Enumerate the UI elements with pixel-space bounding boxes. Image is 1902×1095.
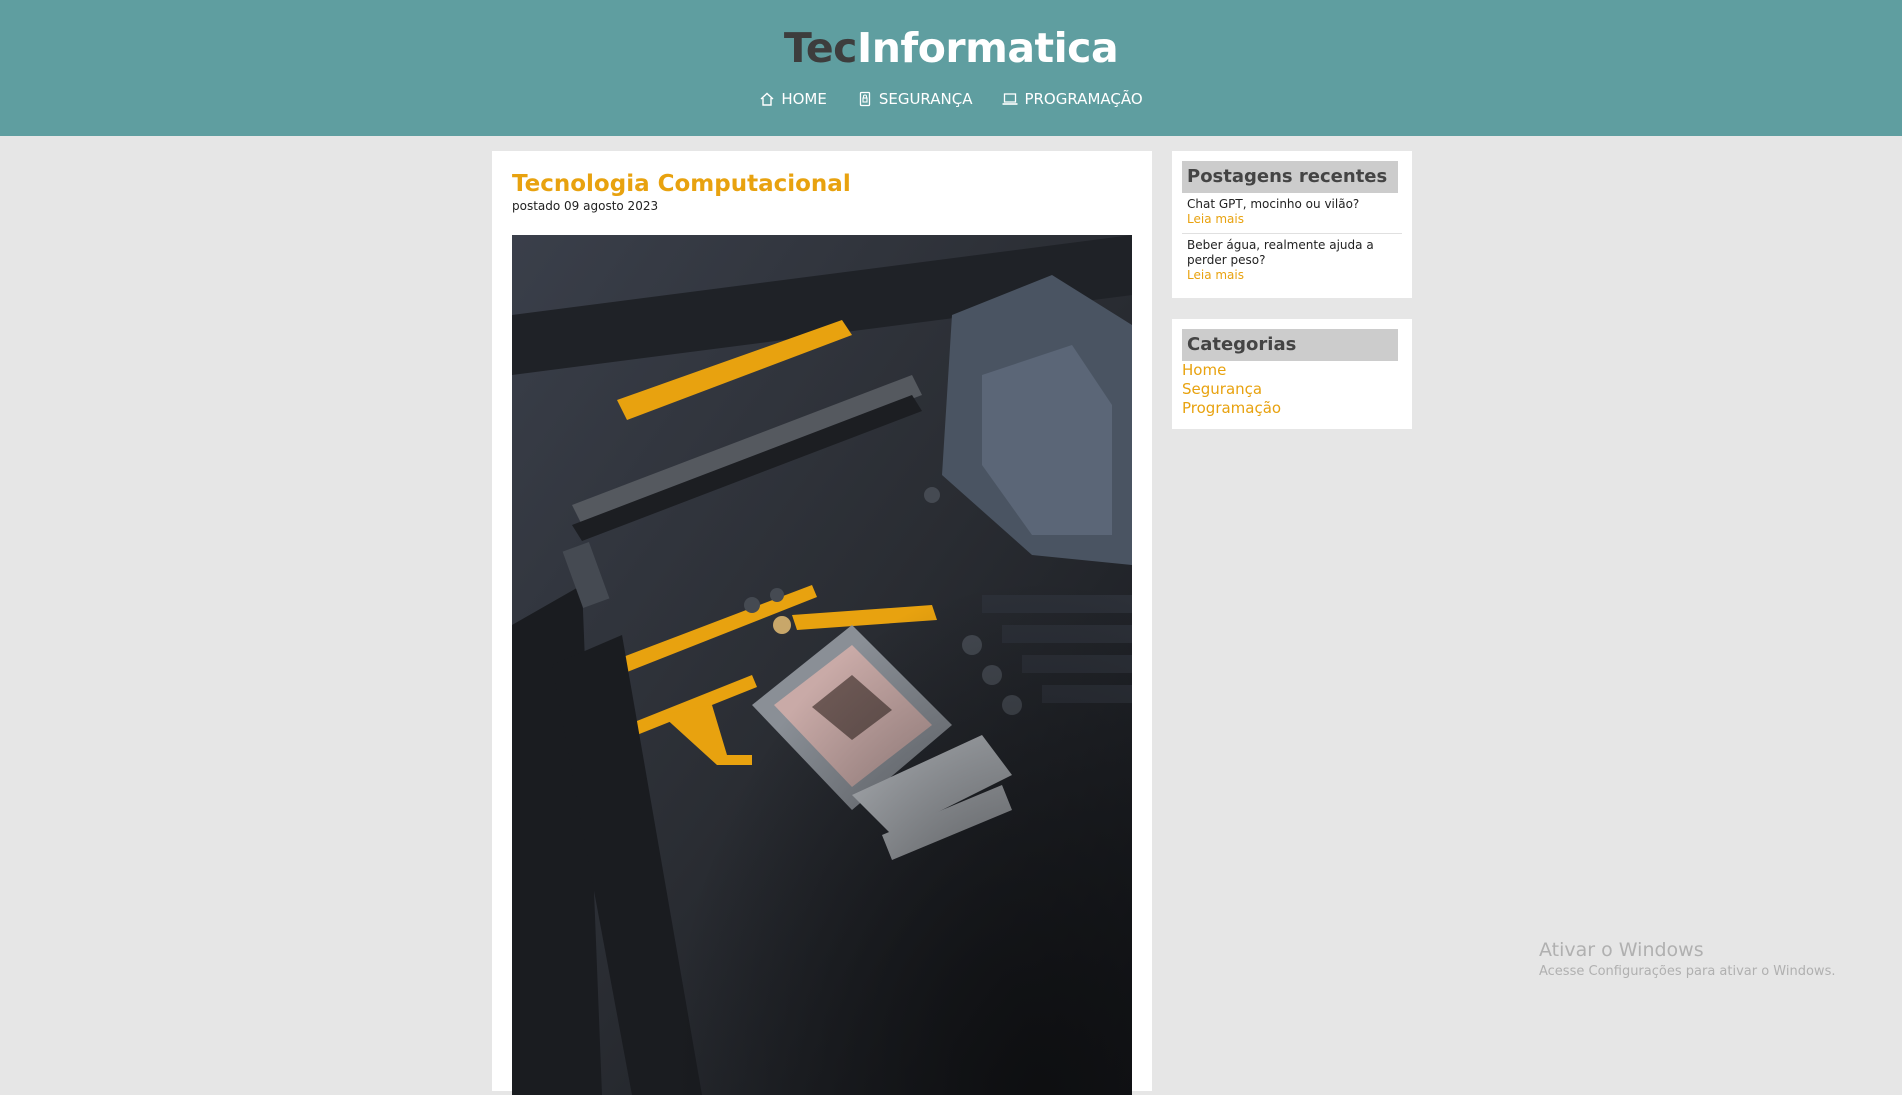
- post-title[interactable]: Tecnologia Computacional: [512, 171, 851, 197]
- logo-part-tec: Tec: [783, 24, 858, 72]
- nav-label-home: HOME: [781, 90, 827, 108]
- lock-icon: [859, 91, 870, 107]
- category-link-home[interactable]: Home: [1182, 361, 1281, 380]
- post-date: postado 09 agosto 2023: [512, 199, 659, 213]
- post-card: Tecnologia Computacional postado 09 agos…: [492, 151, 1152, 1095]
- post-image: [512, 235, 1132, 1095]
- nav-label-seguranca: SEGURANÇA: [878, 90, 973, 108]
- nav-item-programacao[interactable]: PROGRAMAÇÃO: [1002, 90, 1143, 108]
- recent-post-item: Beber água, realmente ajuda a perder pes…: [1187, 238, 1399, 283]
- category-list: Home Segurança Programação: [1182, 361, 1281, 418]
- site-header: TecInformatica HOME SEGURANÇA PROGRAMAÇÃ…: [0, 0, 1902, 136]
- recent-post-item: Chat GPT, mocinho ou vilão? Leia mais: [1187, 197, 1399, 227]
- recent-post-title[interactable]: Chat GPT, mocinho ou vilão?: [1187, 197, 1359, 211]
- watermark-title: Ativar o Windows: [1539, 939, 1704, 961]
- read-more-link[interactable]: Leia mais: [1187, 212, 1399, 227]
- motherboard-photo: [512, 235, 1132, 1095]
- windows-activation-watermark: Ativar o Windows Acesse Configurações pa…: [1539, 939, 1835, 979]
- nav-item-home[interactable]: HOME: [759, 90, 827, 108]
- laptop-icon: [1002, 93, 1018, 105]
- category-link-seguranca[interactable]: Segurança: [1182, 380, 1281, 399]
- recent-posts-title: Postagens recentes: [1182, 161, 1398, 193]
- recent-posts-widget: Postagens recentes Chat GPT, mocinho ou …: [1172, 151, 1412, 298]
- logo-part-informatica: Informatica: [856, 24, 1119, 72]
- nav-item-seguranca[interactable]: SEGURANÇA: [857, 90, 973, 108]
- watermark-subtitle: Acesse Configurações para ativar o Windo…: [1539, 964, 1836, 979]
- site-logo[interactable]: TecInformatica: [0, 24, 1902, 72]
- nav-label-programacao: PROGRAMAÇÃO: [1024, 90, 1143, 108]
- categories-widget: Categorias Home Segurança Programação: [1172, 319, 1412, 429]
- main-nav: HOME SEGURANÇA PROGRAMAÇÃO: [0, 90, 1902, 108]
- categories-title: Categorias: [1182, 329, 1398, 361]
- read-more-link[interactable]: Leia mais: [1187, 268, 1399, 283]
- category-link-programacao[interactable]: Programação: [1182, 399, 1281, 418]
- recent-post-title[interactable]: Beber água, realmente ajuda a perder pes…: [1187, 238, 1374, 267]
- divider: [1182, 233, 1402, 234]
- home-icon: [760, 92, 774, 106]
